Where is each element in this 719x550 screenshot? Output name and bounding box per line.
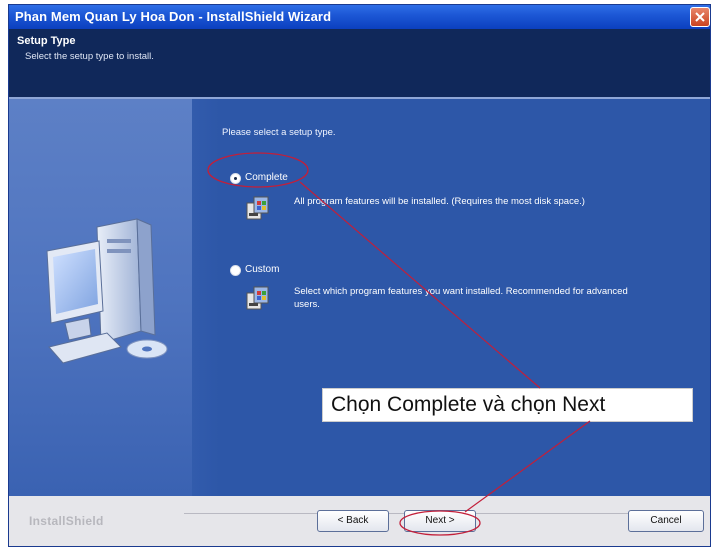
annotation-overlay [207,152,591,536]
annotation-pointer-next [464,420,591,513]
next-highlight-ellipse [399,510,481,536]
annotation-pointer-complete [299,181,541,389]
complete-highlight-ellipse [207,152,309,188]
